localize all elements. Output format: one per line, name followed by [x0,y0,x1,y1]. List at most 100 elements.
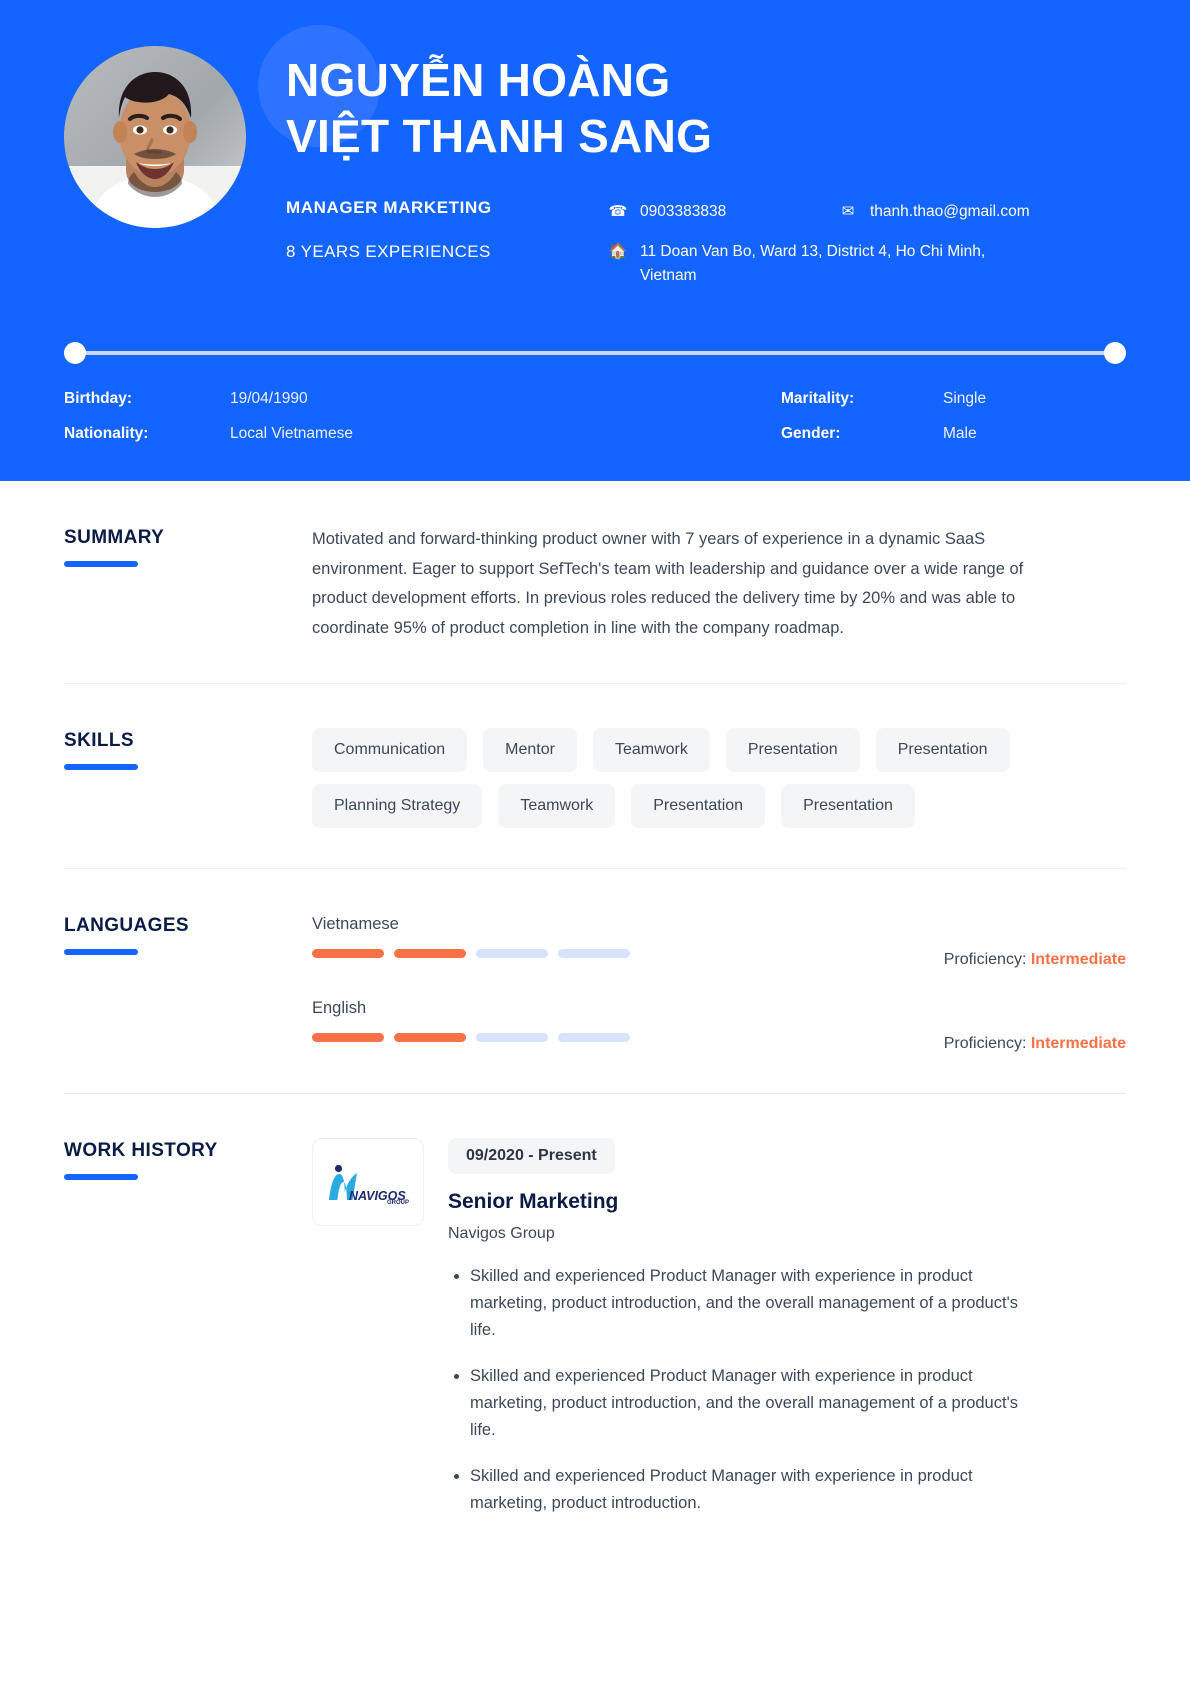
proficiency-label: Proficiency: [943,951,1027,968]
detail-row-gender: Gender: Male [781,425,1126,443]
language-row: English Proficiency: Intermediate [312,997,1126,1053]
detail-value: 19/04/1990 [230,390,308,407]
section-underline [64,561,138,567]
language-bar-filled [394,949,466,958]
detail-label: Maritality: [781,390,855,407]
section-languages: LANGUAGES Vietnamese Proficiency: Interm… [64,869,1126,1094]
skill-tag[interactable]: Communication [312,728,468,772]
work-history-body: NAVIGOS GROUP 09/2020 - Present Senior M… [312,1138,1126,1517]
proficiency-value: Intermediate [1030,951,1126,968]
language-level-bars [312,949,832,958]
detail-label: Nationality: [64,425,149,442]
personal-details-right: Maritality: Single Gender: Male [595,390,1126,460]
personal-details: Birthday: 19/04/1990 Nationality: Local … [64,390,1126,460]
contact-block: ☎ 0903383838 ✉ thanh.thao@gmail.com 🏠 11… [606,198,1126,288]
email-value: thanh.thao@gmail.com [870,203,1030,220]
language-name: Vietnamese [312,915,399,933]
job-bullet-list: Skilled and experienced Product Manager … [448,1263,1048,1517]
job-company: Navigos Group [448,1225,555,1242]
work-history-entry: NAVIGOS GROUP 09/2020 - Present Senior M… [312,1138,1126,1517]
job-title: Senior Marketing [448,1190,619,1213]
section-underline [64,764,138,770]
work-history-heading: WORK HISTORY [64,1138,312,1517]
language-name: English [312,999,367,1017]
job-bullet: Skilled and experienced Product Manager … [470,1363,1048,1444]
name-line-2: VIỆT THANH SANG [286,110,713,162]
summary-body: Motivated and forward-thinking product o… [312,525,1126,643]
language-bar-filled [312,949,384,958]
skill-tag[interactable]: Mentor [483,728,577,772]
proficiency-label: Proficiency: [943,1035,1027,1052]
detail-value: Local Vietnamese [230,425,353,442]
skill-tag[interactable]: Presentation [631,784,766,828]
language-bar-empty [558,949,630,958]
skills-heading: SKILLS [64,728,312,828]
phone-icon: ☎ [608,203,628,220]
language-bar-filled [394,1033,466,1042]
detail-label: Birthday: [64,390,133,407]
personal-details-left: Birthday: 19/04/1990 Nationality: Local … [64,390,595,460]
job-period-badge: 09/2020 - Present [448,1138,615,1174]
proficiency-value: Intermediate [1030,1035,1126,1052]
skill-tag-list: Communication Mentor Teamwork Presentati… [312,728,1062,828]
work-history-details: 09/2020 - Present Senior Marketing Navig… [448,1138,1126,1517]
detail-value: Male [943,425,977,442]
section-title: SUMMARY [64,527,165,548]
slider-track [75,351,1115,355]
navigos-group-logo: NAVIGOS GROUP [312,1138,424,1226]
languages-body: Vietnamese Proficiency: Intermediate Eng… [312,913,1126,1053]
detail-row-maritality: Maritality: Single [781,390,1126,408]
language-bar-empty [558,1033,630,1042]
resume-body: SUMMARY Motivated and forward-thinking p… [0,481,1190,1557]
language-left: English [312,997,832,1042]
language-bar-empty [476,1033,548,1042]
phone-value: 0903383838 [640,203,727,220]
summary-heading: SUMMARY [64,525,312,643]
slider-knob-right[interactable] [1104,342,1126,364]
language-row: Vietnamese Proficiency: Intermediate [312,913,1126,969]
language-left: Vietnamese [312,913,832,958]
language-level-bars [312,1033,832,1042]
skill-tag[interactable]: Presentation [781,784,915,828]
skill-tag[interactable]: Teamwork [498,784,616,828]
detail-label: Gender: [781,425,841,442]
section-summary: SUMMARY Motivated and forward-thinking p… [64,481,1126,684]
detail-row-birthday: Birthday: 19/04/1990 [64,390,595,408]
address-value: 11 Doan Van Bo, Ward 13, District 4, Ho … [640,243,986,284]
languages-heading: LANGUAGES [64,913,312,1053]
detail-value: Single [943,390,987,407]
header-main: NGUYỄN HOÀNG VIỆT THANH SANG MANAGER MAR… [286,46,1126,288]
name-line-1: NGUYỄN HOÀNG [286,54,671,106]
job-bullet: Skilled and experienced Product Manager … [470,1463,1048,1517]
page-title: NGUYỄN HOÀNG VIỆT THANH SANG [286,52,1126,164]
section-skills: SKILLS Communication Mentor Teamwork Pre… [64,684,1126,869]
job-role: MANAGER MARKETING [286,198,492,217]
skill-tag[interactable]: Presentation [725,728,860,772]
resume-page: NGUYỄN HOÀNG VIỆT THANH SANG MANAGER MAR… [0,0,1190,1684]
language-proficiency: Proficiency: Intermediate [832,997,1126,1053]
summary-text: Motivated and forward-thinking product o… [312,530,1024,637]
avatar [64,46,246,228]
section-title: WORK HISTORY [64,1140,218,1161]
resume-header: NGUYỄN HOÀNG VIỆT THANH SANG MANAGER MAR… [0,0,1190,481]
section-title: LANGUAGES [64,915,189,936]
section-title: SKILLS [64,730,134,751]
slider-knob-left[interactable] [64,342,86,364]
years-experience: 8 YEARS EXPERIENCES [286,242,491,261]
language-bar-filled [312,1033,384,1042]
skill-tag[interactable]: Teamwork [592,728,710,772]
home-icon: 🏠 [608,243,628,260]
language-bar-empty [476,949,548,958]
skill-tag[interactable]: Presentation [875,728,1010,772]
section-underline [64,1174,138,1180]
header-slider-divider[interactable] [64,342,1126,364]
section-work-history: WORK HISTORY NAVIGOS GROUP 09/2020 - Pre… [64,1094,1126,1557]
skill-tag[interactable]: Planning Strategy [312,784,483,828]
detail-row-nationality: Nationality: Local Vietnamese [64,425,595,443]
contact-email[interactable]: ✉ thanh.thao@gmail.com [836,200,1030,224]
contact-phone[interactable]: ☎ 0903383838 [606,200,836,224]
section-underline [64,949,138,955]
logo-subtext: GROUP [387,1200,409,1204]
contact-address: 🏠 11 Doan Van Bo, Ward 13, District 4, H… [606,240,1040,288]
job-bullet: Skilled and experienced Product Manager … [470,1263,1048,1344]
